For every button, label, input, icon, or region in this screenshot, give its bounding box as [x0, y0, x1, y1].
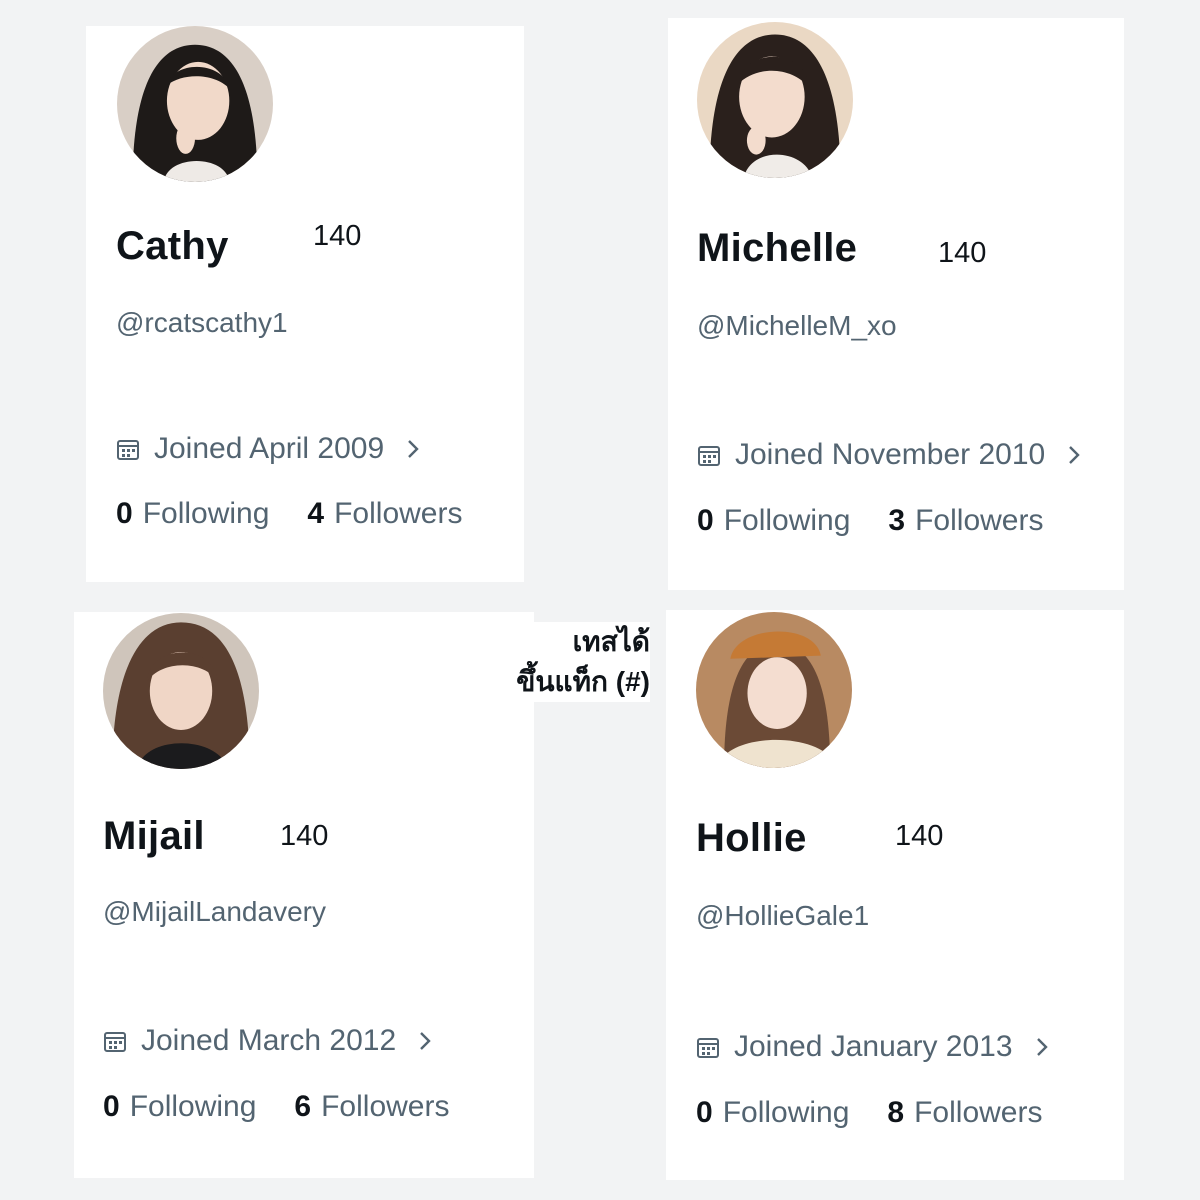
followers-link[interactable]: 4 Followers [307, 497, 462, 531]
joined-date-row[interactable]: Joined November 2010 [697, 438, 1083, 472]
calendar-icon [697, 1038, 719, 1058]
followers-label: Followers [914, 1096, 1043, 1129]
following-link[interactable]: 0 Following [103, 1090, 256, 1124]
followers-label: Followers [334, 497, 463, 530]
profile-card-cathy: Cathy 140 @rcatscathy1 Joined April 2009… [86, 26, 524, 582]
followers-count: 6 [294, 1090, 312, 1123]
joined-date: Joined April 2009 [154, 432, 385, 465]
caption-line-1: เทสได้ [572, 626, 650, 657]
following-label: Following [723, 504, 851, 537]
following-count: 0 [116, 497, 133, 530]
username-handle: @HollieGale1 [696, 900, 870, 931]
following-link[interactable]: 0 Following [696, 1096, 849, 1130]
avatar-image [696, 612, 852, 768]
followers-link[interactable]: 3 Followers [888, 504, 1043, 538]
joined-date-row[interactable]: Joined April 2009 [116, 432, 422, 466]
post-count: 140 [895, 820, 944, 852]
caption-overlay: เทสได้ ขึ้นแท็ก (#) [500, 622, 650, 702]
followers-link[interactable]: 8 Followers [887, 1096, 1042, 1130]
followers-count: 3 [888, 504, 906, 537]
chevron-right-icon [1036, 1038, 1048, 1056]
follow-stats: 0 Following 8 Followers [696, 1096, 1042, 1130]
joined-date-row[interactable]: Joined March 2012 [103, 1024, 434, 1058]
joined-date: Joined March 2012 [141, 1024, 397, 1057]
display-name: Hollie [696, 816, 807, 860]
following-count: 0 [697, 504, 714, 537]
chevron-right-icon [408, 440, 419, 458]
avatar-image [697, 22, 853, 178]
following-label: Following [142, 497, 270, 530]
followers-label: Followers [915, 504, 1044, 537]
followers-count: 8 [887, 1096, 905, 1129]
calendar-icon [104, 1032, 126, 1052]
avatar[interactable] [697, 22, 853, 178]
calendar-icon [698, 446, 720, 466]
following-link[interactable]: 0 Following [116, 497, 269, 531]
display-name: Mijail [103, 814, 205, 858]
display-name: Michelle [697, 226, 858, 270]
profile-card-mijail: Mijail 140 @MijailLandavery Joined March… [74, 612, 534, 1178]
following-label: Following [129, 1090, 257, 1123]
display-name: Cathy [116, 224, 229, 268]
avatar[interactable] [103, 613, 259, 769]
username-handle: @MichelleM_xo [697, 310, 897, 341]
caption-line-2: ขึ้นแท็ก (#) [516, 666, 650, 697]
post-count: 140 [313, 220, 362, 252]
chevron-right-icon [420, 1032, 431, 1050]
followers-link[interactable]: 6 Followers [294, 1090, 449, 1124]
joined-date: Joined January 2013 [734, 1030, 1013, 1063]
post-count: 140 [280, 820, 329, 852]
username-handle: @MijailLandavery [103, 896, 326, 927]
following-link[interactable]: 0 Following [697, 504, 850, 538]
joined-date: Joined November 2010 [735, 438, 1046, 471]
chevron-right-icon [1069, 446, 1080, 464]
follow-stats: 0 Following 4 Followers [116, 497, 462, 531]
following-count: 0 [696, 1096, 713, 1129]
follow-stats: 0 Following 6 Followers [103, 1090, 449, 1124]
avatar-image [103, 613, 259, 769]
followers-label: Followers [321, 1090, 450, 1123]
username-handle: @rcatscathy1 [116, 307, 288, 338]
profile-card-michelle: Michelle 140 @MichelleM_xo Joined Novemb… [668, 18, 1124, 590]
following-count: 0 [103, 1090, 120, 1123]
follow-stats: 0 Following 3 Followers [697, 504, 1043, 538]
joined-date-row[interactable]: Joined January 2013 [696, 1030, 1051, 1064]
avatar[interactable] [696, 612, 852, 768]
avatar-image [117, 26, 273, 182]
avatar[interactable] [117, 26, 273, 182]
post-count: 140 [938, 237, 987, 269]
profile-card-hollie: Hollie 140 @HollieGale1 Joined January 2… [666, 610, 1124, 1180]
calendar-icon [117, 440, 139, 460]
following-label: Following [722, 1096, 850, 1129]
followers-count: 4 [307, 497, 325, 530]
